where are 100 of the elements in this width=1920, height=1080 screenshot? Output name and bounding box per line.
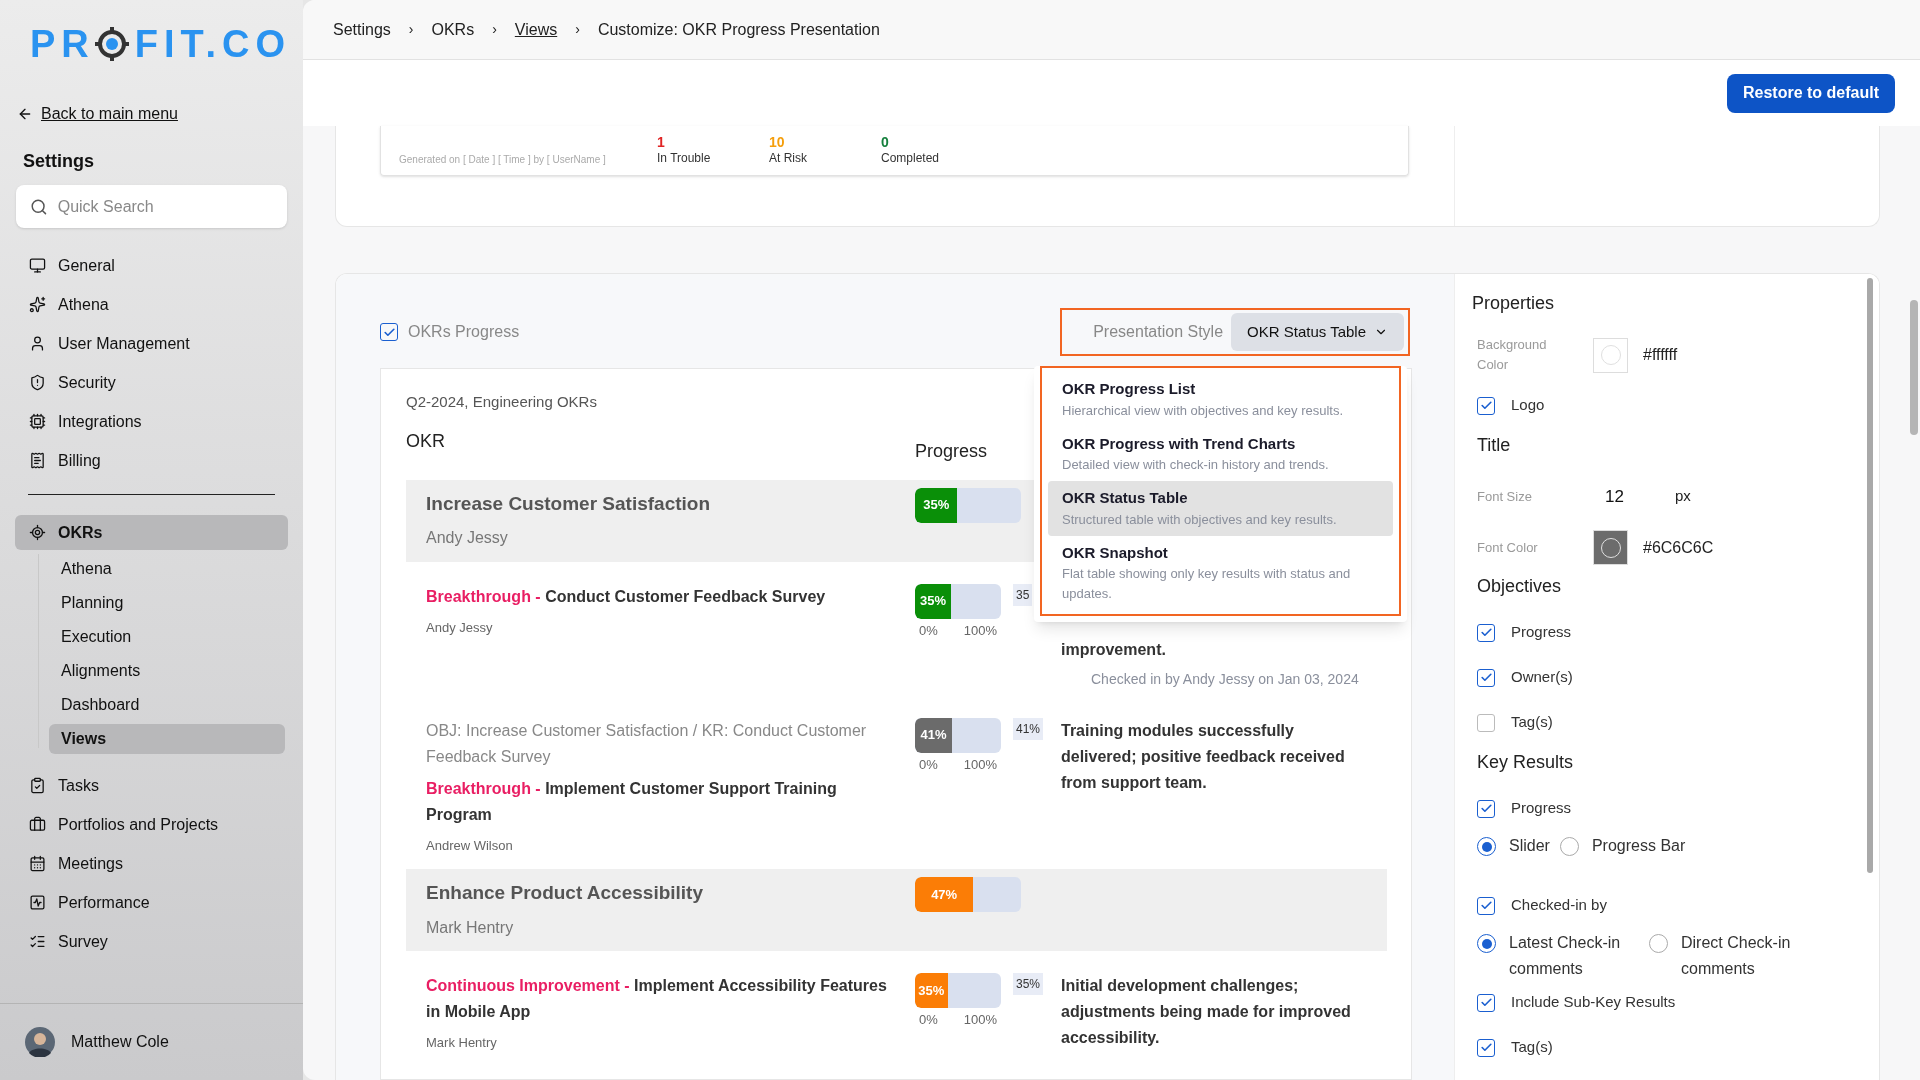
owner-name: Andy Jessy [426,528,509,548]
progress-tag: 35 [1013,583,1033,606]
logo: PR FIT.CO [29,21,293,66]
checkbox-label: Progress [1511,798,1572,819]
menu-item[interactable]: Billing [15,443,288,478]
dropdown-option[interactable]: OKR Status Table Structured table with objectives and key results. [1048,481,1393,536]
breadcrumb-separator: › [492,20,497,39]
menu-item[interactable]: User Management [15,326,288,361]
progress-fill: 47% [915,877,974,912]
user-name: Matthew Cole [71,1032,169,1052]
restore-default-button[interactable]: Restore to default [1727,73,1895,113]
check-icon [1479,626,1493,639]
stat-label: Completed [881,150,941,167]
search-field[interactable]: Quick Search [16,185,287,228]
page-scrollbar-thumb[interactable] [1910,300,1918,435]
option-title: OKR Snapshot [1062,542,1169,563]
stat-value: 0 [881,135,890,149]
color-value: #6C6C6C [1643,537,1714,558]
key-result-title: Breakthrough - Conduct Customer Feedback Survey [426,586,827,607]
calendar-icon [29,855,46,872]
checkbox[interactable] [1477,896,1495,915]
submenu-item[interactable]: Execution [49,622,285,652]
field-label: Font Color [1477,538,1539,557]
menu-item[interactable]: Athena [15,287,288,322]
chip-icon [29,413,46,430]
checkbox[interactable] [1477,1038,1495,1057]
comment-text: Training modules successfully delivered; positive feedback received from support team. [1061,720,1346,793]
progress-tag: 35% [1013,973,1044,995]
font-size-field[interactable]: 12 [1605,483,1675,510]
checkbox[interactable] [1477,713,1495,732]
option-description: Structured table with objectives and key results. [1062,510,1338,529]
color-swatch[interactable] [1593,337,1628,373]
objective-title: Increase Customer Satisfaction [426,491,712,516]
owner-name: Andy Jessy [426,618,494,637]
field-label: Presentation Style [1093,322,1224,342]
checkbox[interactable] [1477,396,1495,415]
scrollbar-thumb[interactable] [1867,278,1873,873]
checkbox[interactable] [1477,668,1495,687]
check-icon [1479,899,1493,912]
checkbox-label: Owner(s) [1511,667,1573,688]
breadcrumb-separator: › [408,20,414,39]
submenu-item[interactable]: Dashboard [49,690,285,720]
checkbox[interactable] [1477,623,1495,642]
progress-fill: 35% [915,973,948,1008]
back-link[interactable]: Back to main menu [41,102,178,126]
search-input[interactable]: Quick Search [57,194,273,219]
checklist-icon [29,933,46,950]
menu-item[interactable]: Survey [15,924,288,959]
dropdown-option[interactable]: OKR Progress with Trend Charts Detailed view with check-in history and trends. [1048,426,1393,481]
checkin-info: Checked in by Andy Jessy on Jan 03, 2024 [1090,669,1360,689]
option-description: Flat table showing only key results with status and updates. [1062,565,1352,603]
avatar [25,1027,55,1057]
option-title: OKR Progress with Trend Charts [1062,433,1297,454]
user-icon [29,335,46,352]
checkbox[interactable] [380,323,398,341]
radio-label: Latest Check-in comments [1509,933,1622,979]
key-result-title: Continuous Improvement - Implement Accessibility Features in Mobile App [426,976,888,1022]
checkbox[interactable] [1477,799,1495,818]
check-icon [1479,996,1493,1009]
breadcrumb-link[interactable]: Views [514,17,558,42]
comment-text: Initial development challenges; adjustments being made for improved accessibility. [1061,976,1352,1048]
submenu-item[interactable]: Planning [49,588,285,618]
checkbox-label: Logo [1511,395,1545,416]
owner-name: Mark Hentry [426,917,515,938]
submenu-item[interactable]: Alignments [49,656,285,686]
checkbox[interactable] [1477,993,1495,1012]
dropdown-option[interactable]: OKR Progress List Hierarchical view with objectives and key results. [1048,372,1393,427]
option-description: Detailed view with check-in history and trends. [1062,456,1330,474]
color-value: #ffffff [1643,345,1678,365]
menu-item[interactable]: Tasks [15,768,288,803]
objective-title: Enhance Product Accessibility [426,881,704,905]
stat-value: 10 [769,135,786,149]
check-icon [1479,802,1493,815]
menu-item[interactable]: Portfolios and Projects [15,807,288,842]
column-header: Progress [915,439,989,463]
color-swatch[interactable] [1593,530,1628,565]
breadcrumb-separator: › [575,20,580,39]
section-heading: Objectives [1477,575,1563,598]
checkbox-label: Progress [1511,622,1572,643]
monitor-icon [29,257,46,274]
progress-fill: 35% [915,487,958,523]
section-label: OKRs Progress [408,322,520,342]
submenu-item[interactable]: Views [49,724,285,754]
menu-item[interactable]: General [15,248,288,283]
stat-label: In Trouble [657,150,712,167]
check-icon [1479,399,1493,412]
submenu-item[interactable]: Athena [49,554,285,584]
checkbox-label: Tag(s) [1511,1037,1553,1058]
menu-item[interactable]: OKRs [15,515,288,550]
menu-item[interactable]: Integrations [15,404,288,439]
style-dropdown[interactable]: OKR Status Table [1231,313,1404,351]
menu-item[interactable]: Performance [15,885,288,920]
dropdown-option[interactable]: OKR Snapshot Flat table showing only key results with status and updates. [1048,535,1393,610]
owner-name: Andrew Wilson [426,836,514,855]
check-icon [382,325,396,339]
check-icon [1479,1041,1493,1054]
range-max: 100% [963,1011,997,1029]
menu-item[interactable]: Meetings [15,846,288,881]
menu-item[interactable]: Security [15,365,288,400]
briefcase-icon [29,816,46,833]
